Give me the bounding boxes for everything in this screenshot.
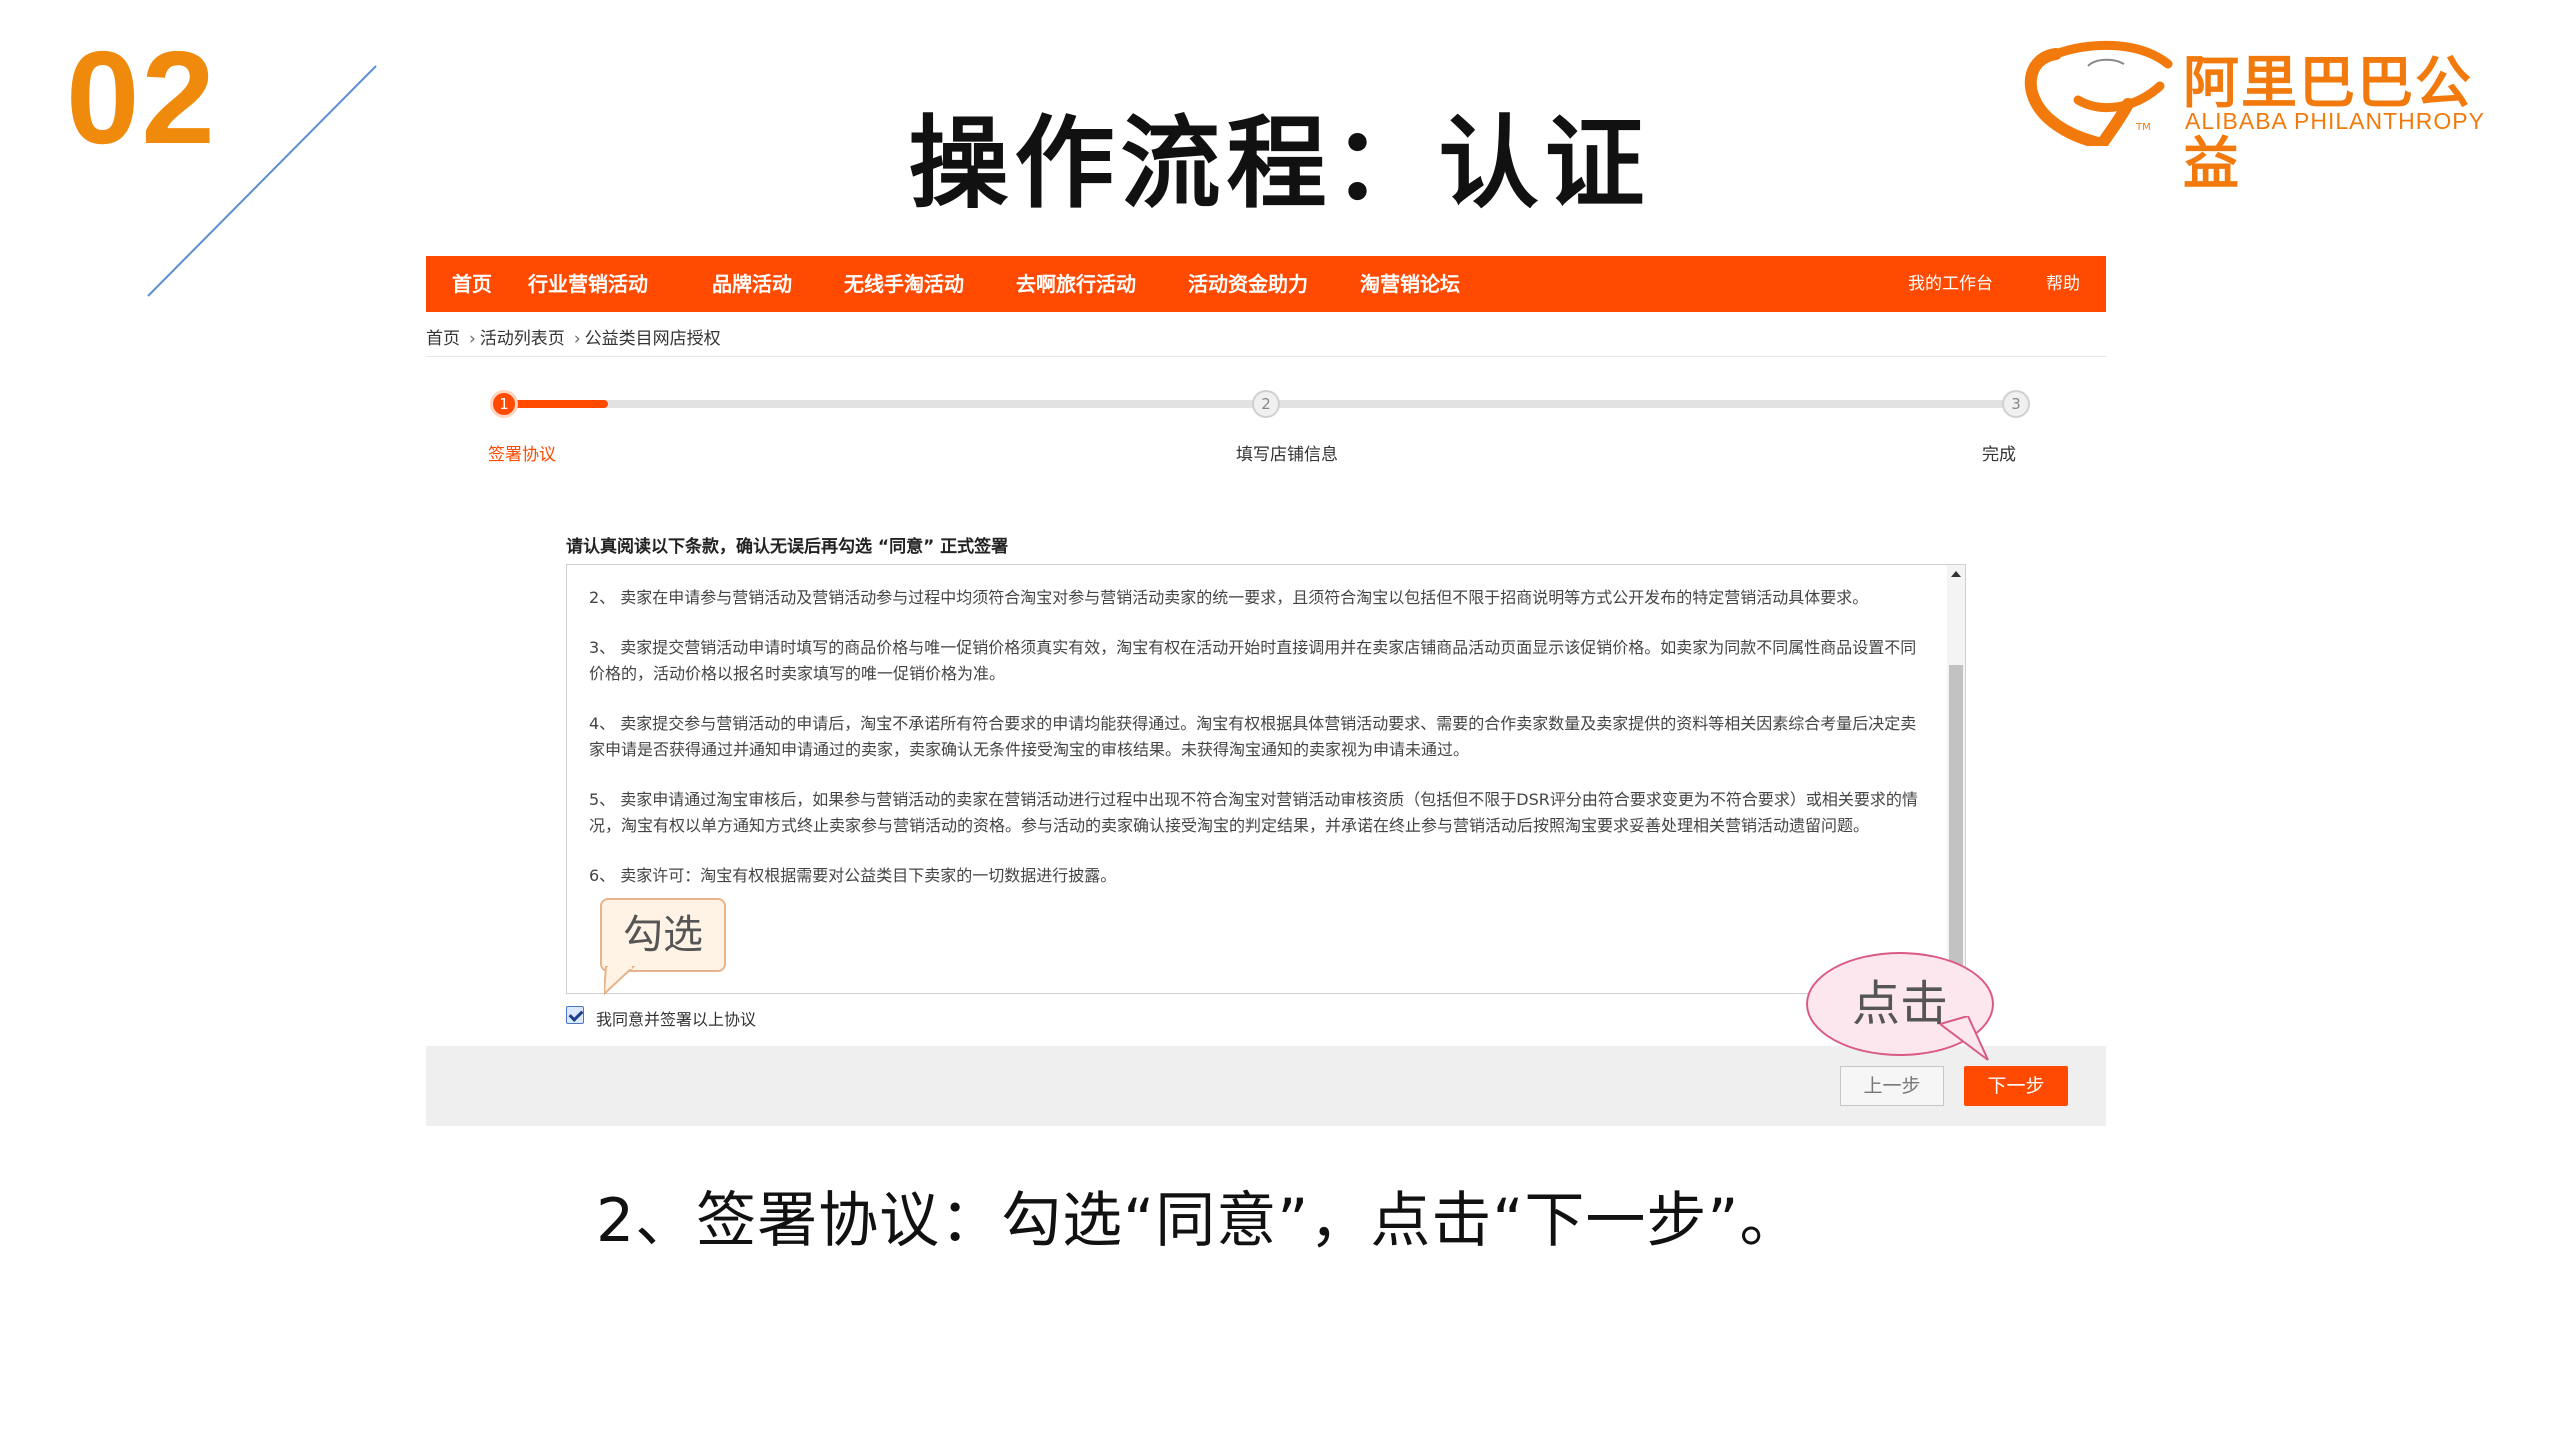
top-navbar: 首页 行业营销活动 品牌活动 无线手淘活动 去啊旅行活动 活动资金助力 淘营销论… — [426, 256, 2106, 312]
step-1-label: 签署协议 — [488, 445, 556, 465]
agree-label[interactable]: 我同意并签署以上协议 — [596, 1006, 756, 1030]
callout-check-tail — [604, 966, 636, 996]
scroll-up-arrow-icon[interactable] — [1951, 571, 1961, 577]
step-2-label: 填写店铺信息 — [1236, 445, 1338, 465]
footer-action-bar: 上一步 下一步 — [426, 1046, 2106, 1126]
step-progress-fill — [508, 400, 608, 408]
nav-item-travel[interactable]: 去啊旅行活动 — [1016, 256, 1136, 312]
breadcrumb-activity-list[interactable]: 活动列表页 — [480, 329, 565, 349]
nav-item-mobile-taobao[interactable]: 无线手淘活动 — [844, 256, 964, 312]
terms-paragraph: 5、 卖家申请通过淘宝审核后，如果参与营销活动的卖家在营销活动进行过程中出现不符… — [589, 790, 1918, 835]
logo-english-text: ALIBABA PHILANTHROPY — [2185, 108, 2485, 134]
breadcrumb-current: 公益类目网店授权 — [584, 329, 721, 349]
nav-item-industry-marketing[interactable]: 行业营销活动 — [528, 256, 648, 312]
callout-check-hint: 勾选 — [600, 898, 726, 972]
breadcrumb-divider — [426, 356, 2106, 357]
logo-trademark: TM — [2136, 122, 2151, 133]
terms-scrollbar[interactable] — [1947, 565, 1965, 993]
slide-caption: 2、签署协议：勾选“同意”，点击“下一步”。 — [596, 1186, 1801, 1256]
previous-step-button[interactable]: 上一步 — [1840, 1066, 1944, 1106]
agree-checkbox[interactable] — [566, 1006, 584, 1024]
next-step-button[interactable]: 下一步 — [1964, 1066, 2068, 1106]
alibaba-philanthropy-logo: TM 阿里巴巴公益 ALIBABA PHILANTHROPY — [2018, 36, 2518, 197]
chevron-right-icon: › — [573, 329, 581, 349]
terms-paragraph: 6、 卖家许可：淘宝有权根据需要对公益类目下卖家的一切数据进行披露。 — [589, 866, 1117, 885]
breadcrumb-home[interactable]: 首页 — [426, 329, 460, 349]
nav-item-home[interactable]: 首页 — [452, 256, 492, 312]
nav-item-brand[interactable]: 品牌活动 — [712, 256, 792, 312]
terms-paragraph: 3、 卖家提交营销活动申请时填写的商品价格与唯一促销价格须真实有效，淘宝有权在活… — [589, 638, 1917, 683]
heart-smile-logo-icon — [2024, 40, 2173, 146]
step-3-label: 完成 — [1982, 445, 2016, 465]
callout-click-tail — [1940, 1016, 1989, 1061]
nav-item-help[interactable]: 帮助 — [2046, 256, 2080, 312]
terms-content: 2、 卖家在申请参与营销活动及营销活动参与过程中均须符合淘宝对参与营销活动卖家的… — [589, 585, 1929, 913]
step-3-dot: 3 — [2002, 390, 2030, 418]
terms-scroll-box[interactable]: 2、 卖家在申请参与营销活动及营销活动参与过程中均须符合淘宝对参与营销活动卖家的… — [566, 564, 1966, 994]
scroll-thumb[interactable] — [1949, 665, 1963, 975]
terms-paragraph: 4、 卖家提交参与营销活动的申请后，淘宝不承诺所有符合要求的申请均能获得通过。淘… — [589, 714, 1917, 759]
agreement-instruction: 请认真阅读以下条款，确认无误后再勾选 “同意” 正式签署 — [566, 537, 1009, 557]
nav-item-funding[interactable]: 活动资金助力 — [1188, 256, 1308, 312]
nav-item-forum[interactable]: 淘营销论坛 — [1360, 256, 1460, 312]
step-2-dot: 2 — [1252, 390, 1280, 418]
terms-paragraph: 2、 卖家在申请参与营销活动及营销活动参与过程中均须符合淘宝对参与营销活动卖家的… — [589, 588, 1869, 607]
breadcrumb: 首页 › 活动列表页 › 公益类目网店授权 — [426, 324, 725, 349]
nav-item-workbench[interactable]: 我的工作台 — [1908, 256, 1993, 312]
step-1-dot: 1 — [490, 390, 518, 418]
chevron-right-icon: › — [469, 329, 476, 349]
